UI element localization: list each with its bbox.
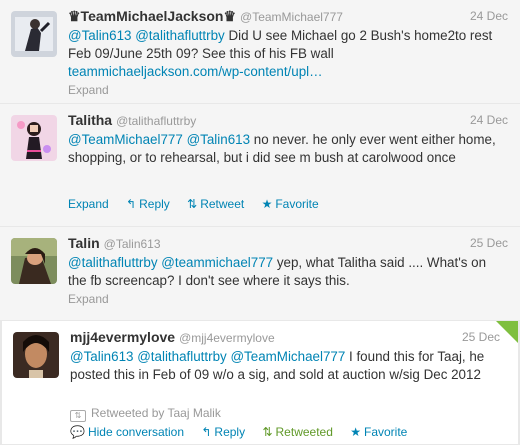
star-icon: ★ bbox=[261, 197, 273, 211]
reply-label: Reply bbox=[139, 197, 170, 211]
retweet-button[interactable]: ⇅ Retweet bbox=[187, 197, 244, 211]
tweet-header: Talin @Talin613 25 Dec bbox=[68, 235, 508, 253]
favorite-button[interactable]: ★ Favorite bbox=[262, 197, 319, 211]
conversation-stream: ♛TeamMichaelJackson♛ @TeamMichael777 24 D… bbox=[0, 0, 520, 445]
timestamp[interactable]: 25 Dec bbox=[470, 236, 508, 250]
timestamp[interactable]: 24 Dec bbox=[470, 113, 508, 127]
conversation-icon: 💬 bbox=[70, 425, 85, 439]
mention-link[interactable]: @Talin613 bbox=[70, 349, 133, 364]
tweet-actions: Expand bbox=[68, 292, 123, 306]
reply-button[interactable]: ↰ Reply bbox=[201, 425, 245, 439]
tweet-text: @talithafluttrby @teammichael777 yep, wh… bbox=[68, 254, 506, 290]
tweet-item[interactable]: ♛TeamMichaelJackson♛ @TeamMichael777 24 D… bbox=[0, 0, 520, 104]
username[interactable]: @talithafluttrby bbox=[116, 114, 196, 128]
reply-button[interactable]: ↰ Reply bbox=[126, 197, 170, 211]
favorite-label: Favorite bbox=[275, 197, 319, 211]
avatar[interactable] bbox=[11, 238, 57, 284]
tweet-item-selected[interactable]: mjj4evermylove @mjj4evermylove 25 Dec @Ta… bbox=[0, 321, 520, 445]
retweeted-by-label: Retweeted by Taaj Malik bbox=[91, 406, 221, 420]
favorite-label: Favorite bbox=[364, 425, 408, 439]
timestamp[interactable]: 25 Dec bbox=[462, 330, 500, 344]
tweet-header: mjj4evermylove @mjj4evermylove 25 Dec bbox=[70, 329, 506, 347]
star-icon: ★ bbox=[350, 425, 361, 439]
mention-link[interactable]: @TeamMichael777 bbox=[68, 132, 183, 147]
favorite-button[interactable]: ★ Favorite bbox=[350, 425, 407, 439]
expand-link[interactable]: Expand bbox=[68, 197, 109, 211]
tweet-actions: Expand bbox=[68, 83, 123, 97]
avatar[interactable] bbox=[11, 115, 57, 161]
username[interactable]: @TeamMichael777 bbox=[240, 10, 343, 24]
mention-link[interactable]: @TeamMichael777 bbox=[230, 349, 345, 364]
retweet-label: Retweet bbox=[200, 197, 245, 211]
expand-link[interactable]: Expand bbox=[68, 292, 109, 306]
reply-label: Reply bbox=[214, 425, 246, 439]
hide-conversation-button[interactable]: 💬 Hide conversation bbox=[70, 425, 184, 439]
timestamp[interactable]: 24 Dec bbox=[470, 9, 508, 23]
retweet-icon: ⇅ bbox=[70, 410, 86, 422]
tweet-item[interactable]: Talitha @talithafluttrby 24 Dec @TeamMich… bbox=[0, 104, 520, 227]
mention-link[interactable]: @talithafluttrby bbox=[68, 255, 158, 270]
tweet-text: @Talin613 @talithafluttrby Did U see Mic… bbox=[68, 27, 506, 81]
display-name[interactable]: Talitha bbox=[68, 112, 112, 128]
display-name[interactable]: ♛TeamMichaelJackson♛ bbox=[68, 8, 236, 24]
mention-link[interactable]: @Talin613 bbox=[68, 28, 131, 43]
retweet-icon: ⇅ bbox=[262, 425, 273, 439]
mention-link[interactable]: @talithafluttrby bbox=[137, 349, 227, 364]
mention-link[interactable]: @Talin613 bbox=[187, 132, 250, 147]
reply-icon: ↰ bbox=[126, 197, 137, 211]
tweet-text: @Talin613 @talithafluttrby @TeamMichael7… bbox=[70, 348, 504, 384]
tweet-actions: 💬 Hide conversation ↰ Reply ⇅ Retweeted ★ Fa… bbox=[70, 425, 421, 439]
reply-icon: ↰ bbox=[201, 425, 212, 439]
retweeted-label: Retweeted bbox=[275, 425, 333, 439]
tweet-header: ♛TeamMichaelJackson♛ @TeamMichael777 24 D… bbox=[68, 8, 508, 26]
retweeted-button[interactable]: ⇅ Retweeted bbox=[262, 425, 332, 439]
url-link[interactable]: teammichaeljackson.com/wp-content/upl… bbox=[68, 64, 323, 79]
tweet-actions: Expand ↰ Reply ⇅ Retweet ★ Favorite bbox=[68, 197, 333, 211]
username[interactable]: @mjj4evermylove bbox=[179, 331, 275, 345]
mention-link[interactable]: @talithafluttrby bbox=[135, 28, 225, 43]
avatar[interactable] bbox=[11, 11, 57, 57]
display-name[interactable]: mjj4evermylove bbox=[70, 329, 175, 345]
username[interactable]: @Talin613 bbox=[104, 237, 161, 251]
tweet-item[interactable]: Talin @Talin613 25 Dec @talithafluttrby @… bbox=[0, 227, 520, 321]
tweet-text: @TeamMichael777 @Talin613 no never. he o… bbox=[68, 131, 506, 167]
retweeted-by[interactable]: ⇅ Retweeted by Taaj Malik bbox=[70, 406, 221, 422]
expand-link[interactable]: Expand bbox=[68, 83, 109, 97]
avatar[interactable] bbox=[13, 332, 59, 378]
mention-link[interactable]: @teammichael777 bbox=[161, 255, 273, 270]
hide-conversation-label: Hide conversation bbox=[87, 425, 185, 439]
tweet-header: Talitha @talithafluttrby 24 Dec bbox=[68, 112, 508, 130]
retweet-icon: ⇅ bbox=[187, 197, 198, 211]
display-name[interactable]: Talin bbox=[68, 235, 100, 251]
